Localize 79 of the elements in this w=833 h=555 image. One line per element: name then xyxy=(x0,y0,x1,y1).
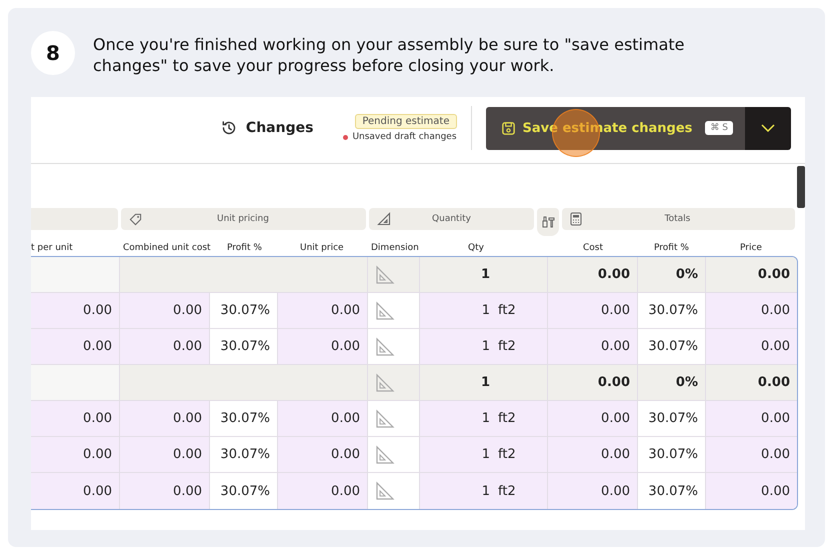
table-cell: 0.00 xyxy=(120,473,210,509)
group-label: Unit pricing xyxy=(216,214,270,224)
table-cell-text: 1 xyxy=(480,484,490,498)
column-group-tab[interactable] xyxy=(537,208,559,236)
calculator-icon xyxy=(570,212,582,226)
table-cell: 0.00 xyxy=(278,473,368,509)
table-cell: 0.00 xyxy=(31,329,120,364)
table-cell-text: 1 xyxy=(480,267,490,282)
triangle-ruler-icon xyxy=(375,264,395,284)
triangle-ruler-icon xyxy=(375,300,395,320)
table-cell-text: 1 xyxy=(480,339,490,354)
triangle-ruler-icon xyxy=(375,408,395,428)
unit-label: ft2 xyxy=(498,303,516,318)
table-cell: 0.00 xyxy=(548,293,638,328)
changes-button[interactable]: Changes xyxy=(220,120,314,136)
column-header: Cost xyxy=(582,243,604,253)
table-cell: 0.00 xyxy=(548,257,638,292)
column-header: Profit % xyxy=(226,243,263,253)
unit-label: ft2 xyxy=(498,484,516,498)
status-badge: Pending estimate xyxy=(355,114,457,129)
table-cell: 0.00 xyxy=(120,293,210,328)
table-cell: 0.00 xyxy=(548,401,638,436)
step-number: 8 xyxy=(31,31,75,75)
table-cell: 0.00 xyxy=(278,401,368,436)
chevron-icon xyxy=(761,124,775,132)
save-icon xyxy=(500,120,516,136)
unit-label: ft2 xyxy=(498,411,516,426)
triangle-ruler-icon xyxy=(375,481,395,501)
table-cell-text: 1 xyxy=(480,303,490,318)
column-header: Combined unit cost xyxy=(122,243,210,253)
triangle-ruler-icon xyxy=(375,372,395,392)
dropdown-button[interactable] xyxy=(745,106,791,150)
tag-icon xyxy=(129,212,142,226)
triangle-ruler-icon xyxy=(377,212,391,226)
column-header: Price xyxy=(739,243,763,253)
scrollbar-thumb[interactable] xyxy=(797,166,805,208)
table-cell: 0.00 xyxy=(278,437,368,472)
column-header: Unit price xyxy=(299,243,345,253)
table-cell: 0.00 xyxy=(120,437,210,472)
table-cell-text: 1 xyxy=(480,447,490,462)
shortcut-badge: ⌘ S xyxy=(705,121,733,135)
column-header: Profit % xyxy=(653,243,690,253)
table-cell: 0.00 xyxy=(706,473,797,509)
table-cell: 0.00 xyxy=(706,257,797,292)
column-header: Qty xyxy=(467,243,485,253)
table-cell: 0.00 xyxy=(120,401,210,436)
status-dot xyxy=(343,134,348,140)
table-cell: 0.00 xyxy=(31,401,120,436)
table-cell: 0% xyxy=(638,365,706,400)
table-cell: 0.00 xyxy=(706,293,797,328)
table-cell: 0.00 xyxy=(278,293,368,328)
triangle-ruler-icon xyxy=(375,336,395,356)
group-label: Totals xyxy=(664,214,692,224)
table-cell: 0.00 xyxy=(706,401,797,436)
status-note: Unsaved draft changes xyxy=(352,132,457,142)
table-cell: 0.00 xyxy=(548,365,638,400)
triangle-ruler-icon xyxy=(375,444,395,464)
table-cell: 0.00 xyxy=(706,365,797,400)
table-cell: 0.00 xyxy=(548,473,638,509)
table-cell: 0.00 xyxy=(120,329,210,364)
history-icon xyxy=(220,120,237,136)
table-cell-text: 1 xyxy=(480,411,490,426)
unit-label: ft2 xyxy=(498,339,516,354)
table-cell: 0.00 xyxy=(706,329,797,364)
instruction-text: Once you're finished working on your assembly be sure to "save estimate changes" to save your progress before closing your work. xyxy=(93,34,686,76)
table-cell: 0.00 xyxy=(31,473,120,509)
table-cell: 0.00 xyxy=(548,329,638,364)
table-cell: 0.00 xyxy=(706,437,797,472)
tools-icon xyxy=(541,215,555,229)
group-label: Quantity xyxy=(431,214,472,224)
table-cell-text: 1 xyxy=(480,375,490,390)
column-header: t per unit xyxy=(31,243,74,253)
table-cell: 0% xyxy=(638,257,706,292)
table-cell: 0.00 xyxy=(548,437,638,472)
column-header: Dimension xyxy=(370,243,420,253)
table-cell: 0.00 xyxy=(31,437,120,472)
table-cell: 0.00 xyxy=(278,329,368,364)
unit-label: ft2 xyxy=(498,447,516,462)
table-cell: 0.00 xyxy=(31,293,120,328)
